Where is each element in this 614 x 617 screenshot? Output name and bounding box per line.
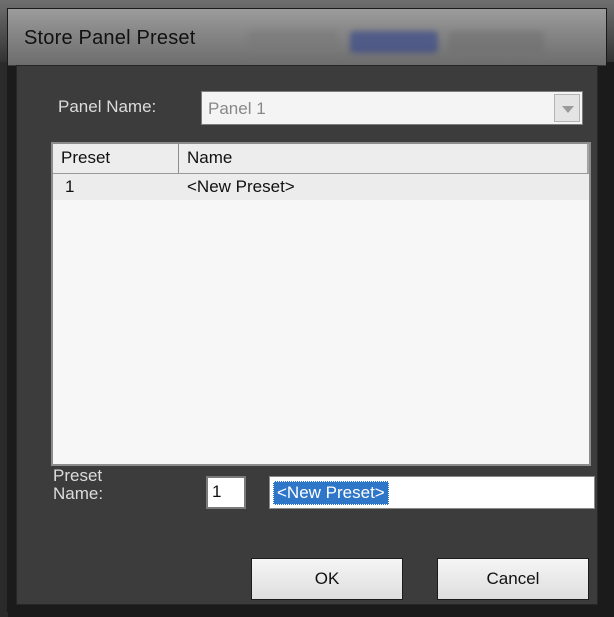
panel-name-combobox[interactable]: Panel 1 (201, 91, 583, 125)
preset-name-label-line2: Name: (53, 484, 104, 503)
title-glow (448, 31, 544, 53)
title-bar[interactable]: Store Panel Preset (8, 9, 606, 66)
preset-number-input[interactable]: 1 (206, 476, 246, 509)
list-header: Preset Name (53, 144, 589, 174)
preset-name-label: Preset Name: (53, 467, 103, 503)
dialog-title: Store Panel Preset (24, 27, 196, 49)
dialog-client-area: Panel Name: Panel 1 Preset Name 1 <New P… (16, 65, 598, 605)
preset-list[interactable]: Preset Name 1 <New Preset> (51, 142, 591, 466)
row-preset-number: 1 (65, 177, 75, 196)
column-header-name[interactable]: Name (179, 144, 589, 173)
title-glow (350, 31, 438, 53)
preset-name-input[interactable]: <New Preset> (269, 476, 595, 509)
row-preset-name: <New Preset> (187, 177, 295, 196)
preset-name-label-line1: Preset (53, 466, 103, 485)
preset-name-selected-text: <New Preset> (273, 481, 389, 505)
table-row[interactable]: 1 <New Preset> (53, 174, 589, 200)
title-glow (248, 31, 338, 53)
column-header-preset[interactable]: Preset (53, 144, 179, 173)
ok-button[interactable]: OK (251, 558, 403, 600)
chevron-down-icon[interactable] (554, 94, 580, 122)
panel-name-label: Panel Name: (58, 97, 157, 116)
cancel-button[interactable]: Cancel (437, 558, 589, 600)
panel-name-value: Panel 1 (208, 99, 266, 118)
store-panel-preset-dialog: Store Panel Preset Panel Name: Panel 1 P… (7, 8, 607, 612)
